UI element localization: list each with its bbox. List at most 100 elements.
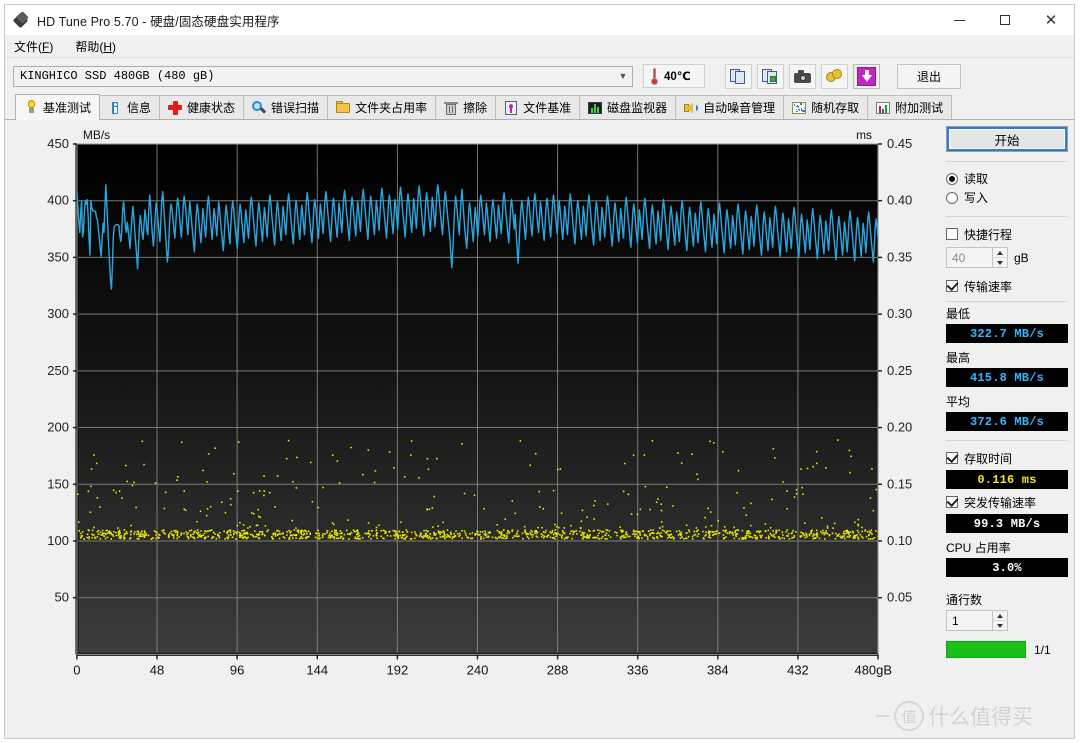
tab-10[interactable]: 附加测试 [867, 95, 952, 119]
transfer-rate-checkbox[interactable]: 传输速率 [946, 276, 1068, 296]
svg-text:0.35: 0.35 [887, 249, 912, 264]
svg-text:0.45: 0.45 [887, 136, 912, 151]
burst-rate-label: 突发传输速率 [964, 494, 1036, 511]
checkbox-checked-icon [946, 280, 958, 292]
quick-scan-size-stepper[interactable]: 40 [946, 247, 1008, 268]
content-area: MB/sms501001502002503003504004500.050.10… [5, 120, 1074, 738]
start-button[interactable]: 开始 [946, 126, 1068, 152]
progress-row: 1/1 [946, 641, 1068, 658]
mode-read-label: 读取 [964, 170, 988, 187]
minimize-button[interactable] [936, 5, 982, 35]
drive-selector[interactable]: KINGHICO SSD 480GB (480 gB) ▼ [13, 66, 633, 87]
tab-strip: 基准测试信息健康状态错误扫描 文件夹占用率 擦除文件基准 磁盘监视器自动噪音管理随机存… [5, 94, 1074, 120]
svg-text:ms: ms [856, 128, 872, 142]
svg-text:0.25: 0.25 [887, 363, 912, 378]
camera-icon [794, 70, 811, 83]
stepper-up-icon[interactable] [992, 248, 1007, 258]
svg-text:450: 450 [47, 136, 69, 151]
svg-text:400: 400 [47, 193, 69, 208]
svg-text:0.05: 0.05 [887, 590, 912, 605]
coins-button[interactable] [821, 64, 848, 89]
min-label: 最低 [946, 305, 1068, 322]
stepper-up-icon[interactable] [992, 611, 1007, 621]
svg-text:0.40: 0.40 [887, 193, 912, 208]
tab-8[interactable]: 自动噪音管理 [675, 95, 784, 119]
menu-file[interactable]: 文件(F) [14, 38, 53, 55]
options-panel: 开始 读取 写入 快捷行程 40 [946, 126, 1068, 734]
tab-5[interactable]: 擦除 [435, 95, 496, 119]
copy-icon-button[interactable] [725, 64, 752, 89]
window-title: HD Tune Pro 5.70 - 硬盘/固态硬盘实用程序 [37, 11, 280, 30]
passes-stepper[interactable]: 1 [946, 610, 1008, 631]
mode-read-option[interactable]: 读取 [946, 169, 1068, 188]
svg-text:0: 0 [73, 662, 80, 677]
svg-text:288: 288 [547, 662, 569, 677]
svg-text:0.30: 0.30 [887, 306, 912, 321]
cpu-usage-label: CPU 占用率 [946, 539, 1068, 556]
svg-text:MB/s: MB/s [83, 128, 110, 142]
copy-icon [730, 69, 747, 84]
svg-text:432: 432 [787, 662, 809, 677]
app-logo-icon [14, 12, 30, 28]
min-value: 322.7 MB/s [946, 324, 1068, 343]
maximize-button[interactable] [982, 5, 1028, 35]
progress-bar [946, 641, 1026, 658]
stepper-down-icon[interactable] [992, 621, 1007, 630]
tab-label: 基准测试 [43, 99, 91, 116]
svg-text:0.10: 0.10 [887, 533, 912, 548]
tab-label: 擦除 [463, 99, 487, 116]
access-time-label: 存取时间 [964, 450, 1012, 467]
menu-help-accel: H [103, 40, 112, 54]
file-benchmark-icon [504, 101, 518, 115]
access-time-checkbox[interactable]: 存取时间 [946, 448, 1068, 468]
svg-text:150: 150 [47, 476, 69, 491]
temperature-indicator: 40℃ [643, 64, 705, 88]
tab-7[interactable]: 磁盘监视器 [579, 95, 676, 119]
menu-help-label: 帮助 [75, 40, 99, 54]
quick-scan-label: 快捷行程 [964, 226, 1012, 243]
close-button[interactable]: ✕ [1028, 5, 1074, 35]
scatter-icon [792, 101, 806, 115]
tab-4[interactable]: 文件夹占用率 [327, 95, 436, 119]
quick-scan-size-value: 40 [947, 251, 965, 265]
cpu-usage-value: 3.0% [946, 558, 1068, 577]
quick-scan-checkbox[interactable]: 快捷行程 [946, 224, 1068, 244]
menu-file-accel: F [42, 40, 49, 54]
tab-label: 文件夹占用率 [355, 99, 427, 116]
screenshot-button[interactable] [789, 64, 816, 89]
svg-text:300: 300 [47, 306, 69, 321]
svg-text:100: 100 [47, 533, 69, 548]
progress-text: 1/1 [1034, 643, 1051, 657]
radio-write-icon [946, 192, 958, 204]
folder-icon [336, 101, 350, 115]
burst-rate-checkbox[interactable]: 突发传输速率 [946, 492, 1068, 512]
tab-0[interactable]: 基准测试 [15, 94, 100, 119]
bulb-icon [24, 100, 38, 114]
quit-button[interactable]: 退出 [897, 64, 961, 89]
hd-tune-window: HD Tune Pro 5.70 - 硬盘/固态硬盘实用程序 ✕ 文件(F) 帮… [4, 4, 1075, 739]
svg-text:192: 192 [387, 662, 409, 677]
mode-write-option[interactable]: 写入 [946, 188, 1068, 207]
red-cross-icon [168, 101, 182, 115]
max-value: 415.8 MB/s [946, 368, 1068, 387]
passes-label: 通行数 [946, 591, 1068, 608]
svg-text:480gB: 480gB [855, 662, 893, 677]
download-button[interactable] [853, 64, 880, 89]
copy-image-button[interactable] [757, 64, 784, 89]
tab-label: 磁盘监视器 [607, 99, 667, 116]
toolbar: KINGHICO SSD 480GB (480 gB) ▼ 40℃ [5, 58, 1074, 94]
start-button-label: 开始 [994, 130, 1019, 149]
svg-text:0.15: 0.15 [887, 476, 912, 491]
tab-2[interactable]: 健康状态 [159, 95, 244, 119]
tab-1[interactable]: 信息 [99, 95, 160, 119]
svg-text:0.20: 0.20 [887, 420, 912, 435]
tab-3[interactable]: 错误扫描 [243, 95, 328, 119]
tab-9[interactable]: 随机存取 [783, 95, 868, 119]
coins-icon [826, 69, 843, 83]
mode-write-label: 写入 [964, 189, 988, 206]
access-time-value: 0.116 ms [946, 470, 1068, 489]
tab-6[interactable]: 文件基准 [495, 95, 580, 119]
stepper-down-icon[interactable] [992, 258, 1007, 267]
benchmark-chart-svg: MB/sms501001502002503003504004500.050.10… [11, 126, 940, 710]
menu-help[interactable]: 帮助(H) [75, 38, 116, 55]
